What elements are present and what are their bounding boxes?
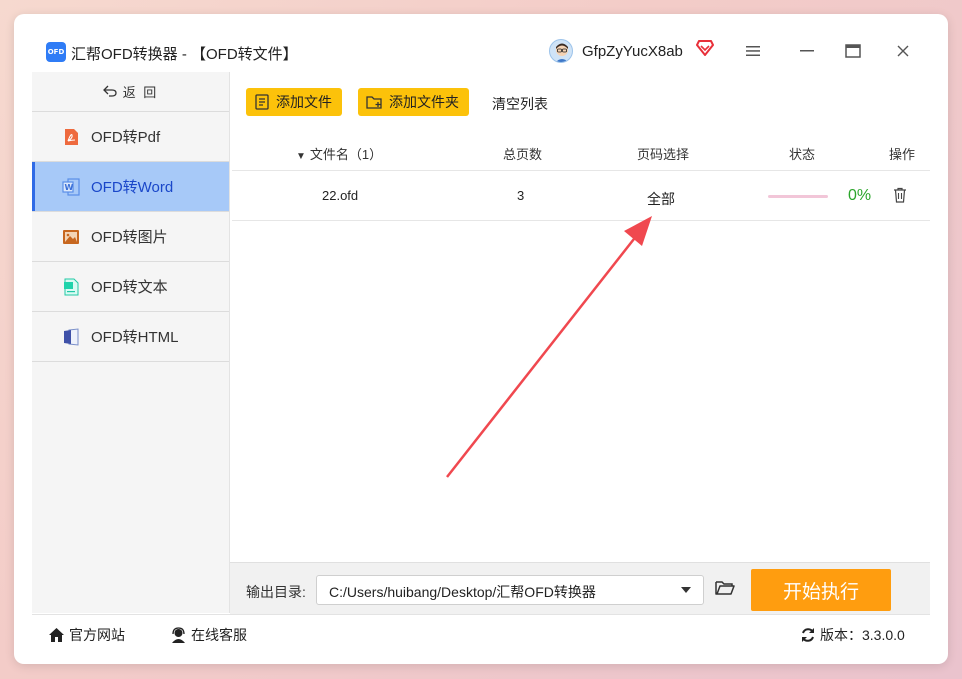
back-label: 返 回	[122, 85, 159, 100]
sidebar-item-ofd-to-image[interactable]: OFD转图片	[32, 212, 229, 262]
online-service-link[interactable]: 在线客服	[170, 625, 247, 645]
file-name-cell: 22.ofd	[322, 188, 359, 203]
output-dir-select[interactable]: C:/Users/huibang/Desktop/汇帮OFD转换器	[316, 575, 704, 605]
svg-text:W: W	[65, 183, 74, 192]
output-dir-value: C:/Users/huibang/Desktop/汇帮OFD转换器	[329, 584, 596, 600]
chevron-down-icon	[681, 587, 691, 593]
sidebar-item-ofd-to-word[interactable]: W OFD转Word	[32, 162, 229, 212]
add-folder-icon	[366, 95, 383, 110]
home-icon	[48, 627, 65, 643]
sidebar-item-ofd-to-text[interactable]: OFD转文本	[32, 262, 229, 312]
online-service-label: 在线客服	[191, 627, 247, 643]
window-title: 汇帮OFD转换器 - 【OFD转文件】	[71, 46, 298, 63]
add-folder-label: 添加文件夹	[389, 94, 459, 110]
sidebar-item-label: OFD转图片	[91, 229, 168, 246]
minimize-icon[interactable]	[794, 38, 820, 64]
column-header-filename-label: 文件名（1）	[309, 147, 383, 162]
html-icon	[62, 327, 80, 346]
official-website-label: 官方网站	[69, 627, 125, 643]
sidebar-item-label: OFD转HTML	[91, 329, 179, 346]
official-website-link[interactable]: 官方网站	[48, 625, 125, 645]
pdf-icon	[62, 128, 80, 146]
progress-percent: 0%	[848, 187, 872, 204]
sidebar-item-ofd-to-pdf[interactable]: OFD转Pdf	[32, 112, 229, 162]
footer: 官方网站 在线客服 版本：3.3.0.0	[32, 614, 930, 650]
sidebar-item-label: OFD转Word	[91, 179, 174, 196]
sort-down-icon: ▼	[296, 151, 306, 162]
file-table-header: ▼ 文件名（1） 总页数 页码选择 状态 操作	[232, 132, 930, 171]
sidebar-item-ofd-to-html[interactable]: OFD转HTML	[32, 312, 229, 362]
start-button[interactable]: 开始执行	[751, 569, 891, 611]
output-dir-label: 输出目录:	[246, 584, 306, 600]
menu-icon[interactable]	[740, 38, 766, 64]
app-window: OFD 汇帮OFD转换器 - 【OFD转文件】 GfpZyYucX8ab 返 回…	[14, 14, 948, 664]
check-version-button[interactable]: 版本：3.3.0.0	[800, 625, 905, 645]
column-header-filename[interactable]: ▼ 文件名（1）	[296, 144, 382, 163]
file-list-empty-area	[230, 221, 930, 559]
page-range-select[interactable]: 全部	[647, 189, 675, 209]
table-row[interactable]: 22.ofd 3 全部 0%	[232, 171, 930, 221]
output-bar: 输出目录: C:/Users/huibang/Desktop/汇帮OFD转换器 …	[230, 562, 930, 614]
refresh-icon	[800, 627, 816, 643]
sidebar-item-label: OFD转文本	[91, 279, 168, 296]
add-file-label: 添加文件	[276, 94, 332, 110]
sidebar: 返 回 OFD转Pdf W OFD转Word OFD转图片 OFD转文本 OFD…	[32, 72, 230, 613]
column-header-pages: 总页数	[503, 147, 543, 162]
folder-open-icon[interactable]	[715, 580, 735, 601]
add-file-icon	[254, 94, 270, 110]
sidebar-item-label: OFD转Pdf	[91, 129, 161, 146]
app-logo: OFD	[46, 42, 66, 62]
vip-diamond-icon[interactable]	[696, 40, 714, 61]
back-arrow-icon	[102, 84, 117, 100]
word-icon: W	[62, 177, 80, 196]
maximize-icon[interactable]	[840, 38, 866, 64]
delete-icon[interactable]	[893, 187, 907, 206]
column-header-status: 状态	[789, 147, 816, 162]
progress-bar	[768, 195, 828, 198]
column-header-ops: 操作	[889, 147, 916, 162]
headset-icon	[170, 626, 187, 644]
back-button[interactable]: 返 回	[32, 72, 229, 112]
page-count-cell: 3	[517, 188, 525, 203]
version-label: 版本：3.3.0.0	[820, 627, 905, 643]
clear-list-button[interactable]: 清空列表	[492, 94, 548, 114]
close-icon[interactable]	[890, 38, 916, 64]
add-folder-button[interactable]: 添加文件夹	[358, 88, 469, 116]
username[interactable]: GfpZyYucX8ab	[582, 43, 683, 60]
user-avatar[interactable]	[549, 39, 573, 63]
column-header-page-range: 页码选择	[637, 147, 690, 162]
title-bar: OFD 汇帮OFD转换器 - 【OFD转文件】 GfpZyYucX8ab	[14, 14, 948, 72]
toolbar: 添加文件 添加文件夹 清空列表	[230, 72, 930, 132]
add-file-button[interactable]: 添加文件	[246, 88, 342, 116]
image-icon	[62, 228, 80, 246]
text-icon	[62, 278, 80, 296]
